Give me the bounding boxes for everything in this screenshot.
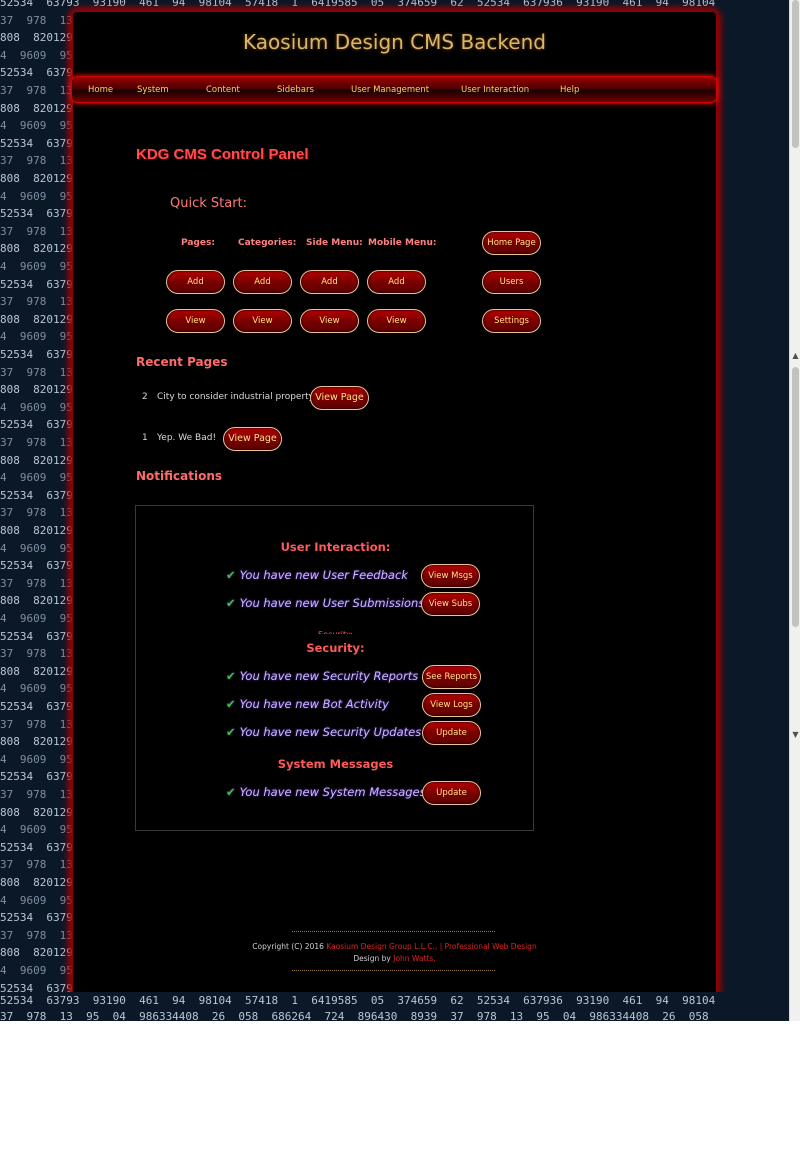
settings-button[interactable]: Settings xyxy=(482,309,541,333)
nav-item-sidebars[interactable]: Sidebars xyxy=(277,77,314,104)
background-digits: 52534 63793 93190 461 94 98104 57418 1 6… xyxy=(0,994,716,1007)
view-msgs-button[interactable]: View Msgs xyxy=(421,564,480,588)
footer-credit: Design by John Watts. xyxy=(353,954,436,963)
user-interaction-heading: User Interaction: xyxy=(280,540,391,554)
users-button[interactable]: Users xyxy=(482,270,541,294)
footer-divider xyxy=(292,931,495,932)
bottom-strip: 52534 63793 93190 461 94 98104 57418 1 6… xyxy=(0,992,789,1023)
system-update-button[interactable]: Update xyxy=(422,781,481,805)
check-icon: ✔ xyxy=(226,568,236,582)
nav-item-content[interactable]: Content xyxy=(206,77,240,104)
scroll-up-icon[interactable]: ▲ xyxy=(790,349,800,363)
scroll-thumb[interactable] xyxy=(792,0,799,148)
quick-start-heading: Quick Start: xyxy=(170,196,248,211)
notification-item: ✔ You have new User Submissions xyxy=(226,596,425,610)
notification-item: ✔ You have new Security Reports xyxy=(226,669,419,683)
site-title: Kaosium Design CMS Backend xyxy=(243,30,546,54)
nav-item-home[interactable]: Home xyxy=(88,77,113,104)
nav-item-system[interactable]: System xyxy=(137,77,169,104)
system-messages-heading: System Messages xyxy=(277,757,394,771)
recent-pages-heading: Recent Pages xyxy=(136,355,228,369)
add-mobile-menu-button[interactable]: Add xyxy=(367,270,426,294)
security-update-button[interactable]: Update xyxy=(422,721,481,745)
recent-page-number: 1 xyxy=(142,433,148,443)
see-reports-button[interactable]: See Reports xyxy=(422,665,481,689)
view-pages-button[interactable]: View xyxy=(166,309,225,333)
view-side-menu-button[interactable]: View xyxy=(300,309,359,333)
pages-column-heading: Pages: xyxy=(181,238,215,248)
view-page-button[interactable]: View Page xyxy=(310,386,369,410)
check-icon: ✔ xyxy=(226,725,236,739)
view-logs-button[interactable]: View Logs xyxy=(422,693,481,717)
notifications-heading: Notifications xyxy=(136,469,223,483)
scroll-thumb[interactable] xyxy=(792,367,799,627)
recent-page-number: 2 xyxy=(142,392,148,402)
add-side-menu-button[interactable]: Add xyxy=(300,270,359,294)
add-category-button[interactable]: Add xyxy=(233,270,292,294)
footer-divider xyxy=(292,970,495,971)
notification-item: ✔ You have new System Messages xyxy=(226,785,426,799)
scrollbar[interactable]: ▲ ▼ xyxy=(789,0,800,1021)
view-subs-button[interactable]: View Subs xyxy=(421,592,480,616)
check-icon: ✔ xyxy=(226,785,236,799)
notification-item: ✔ You have new Security Updates xyxy=(226,725,422,739)
categories-column-heading: Categories: xyxy=(238,238,297,248)
main-nav: Home System Content Sidebars User Manage… xyxy=(71,76,717,103)
background-digits: 52534 63793 93190 461 94 98104 57418 1 6… xyxy=(0,0,716,9)
notifications-panel: User Interaction: ✔ You have new User Fee… xyxy=(135,505,534,831)
check-icon: ✔ xyxy=(226,596,236,610)
security-heading: Security: xyxy=(306,641,365,655)
scroll-down-icon[interactable]: ▼ xyxy=(790,728,800,742)
notification-item: ✔ You have new Bot Activity xyxy=(226,697,389,711)
nav-item-user-management[interactable]: User Management xyxy=(351,77,429,104)
recent-page-title: Yep. We Bad! xyxy=(157,433,217,443)
view-page-button[interactable]: View Page xyxy=(223,427,282,451)
background-digits: 37 978 13 95 04 986334408 26 058 686264 … xyxy=(0,1010,709,1023)
nav-item-help[interactable]: Help xyxy=(560,77,579,104)
home-page-button[interactable]: Home Page xyxy=(482,231,541,255)
nav-item-user-interaction[interactable]: User Interaction xyxy=(461,77,529,104)
view-categories-button[interactable]: View xyxy=(233,309,292,333)
side-menu-column-heading: Side Menu: xyxy=(306,238,363,248)
check-icon: ✔ xyxy=(226,697,236,711)
footer-copyright: Copyright (C) 2016 Kaosium Design Group … xyxy=(252,942,537,951)
check-icon: ✔ xyxy=(226,669,236,683)
mobile-menu-column-heading: Mobile Menu: xyxy=(368,238,437,248)
clipped-heading: Security: xyxy=(136,630,535,634)
page-title: KDG CMS Control Panel xyxy=(136,146,309,163)
company-link[interactable]: Kaosium Design Group L.L.C., | Professio… xyxy=(326,942,536,951)
designer-link[interactable]: John Watts. xyxy=(393,954,435,963)
recent-page-title: City to consider industrial property xyxy=(157,392,314,402)
add-page-button[interactable]: Add xyxy=(166,270,225,294)
view-mobile-menu-button[interactable]: View xyxy=(367,309,426,333)
notification-item: ✔ You have new User Feedback xyxy=(226,568,408,582)
